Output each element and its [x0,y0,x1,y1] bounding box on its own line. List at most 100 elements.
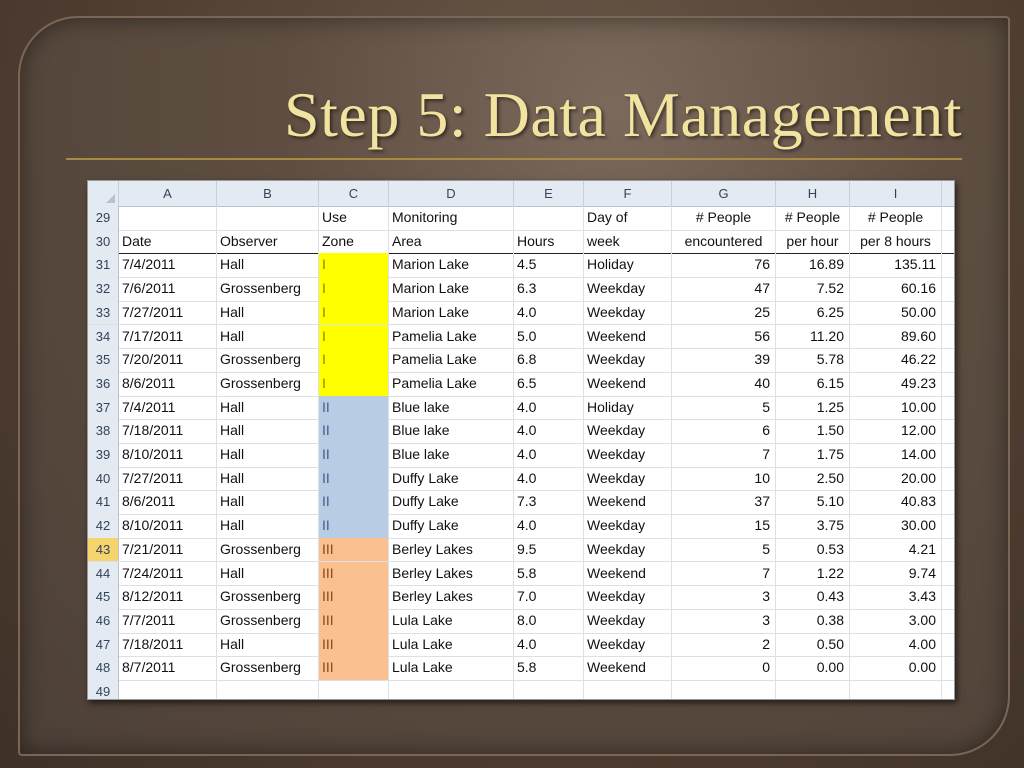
observer-cell[interactable]: Hall [217,514,319,538]
day-cell[interactable]: Weekday [584,632,672,657]
row-number[interactable]: 41 [88,490,119,515]
column-header-e[interactable]: E [514,181,584,206]
date-cell[interactable]: 7/27/2011 [119,300,217,325]
observer-cell[interactable]: Grossenberg [217,656,319,680]
column-header-h[interactable]: H [776,181,850,206]
observer-cell[interactable]: Hall [217,253,319,278]
day-cell[interactable]: Weekday [584,466,672,491]
date-cell[interactable]: 7/18/2011 [119,419,217,443]
area-cell[interactable]: Pamelia Lake [389,371,514,396]
per-hour-cell[interactable]: 1.50 [776,419,850,443]
observer-cell[interactable]: Grossenberg [217,371,319,396]
zone-cell[interactable]: I [319,371,389,396]
area-cell[interactable]: Blue lake [389,395,514,420]
empty-cell[interactable] [514,680,584,699]
header-cell[interactable]: week [584,229,672,254]
day-cell[interactable]: Holiday [584,253,672,278]
per-8-hours-cell[interactable]: 30.00 [850,514,942,538]
per-8-hours-cell[interactable]: 50.00 [850,300,942,325]
column-header-a[interactable]: A [119,181,217,206]
hours-cell[interactable]: 5.8 [514,561,584,586]
people-cell[interactable]: 56 [672,324,776,349]
row-number[interactable]: 42 [88,514,119,538]
zone-cell[interactable]: III [319,608,389,633]
area-cell[interactable]: Duffy Lake [389,514,514,538]
per-hour-cell[interactable]: 0.00 [776,656,850,680]
people-cell[interactable]: 2 [672,632,776,657]
row-number[interactable]: 43 [88,537,119,562]
area-cell[interactable]: Berley Lakes [389,537,514,562]
hours-cell[interactable]: 6.8 [514,348,584,372]
hours-cell[interactable]: 4.0 [514,514,584,538]
hours-cell[interactable]: 5.8 [514,656,584,680]
row-number[interactable]: 31 [88,253,119,278]
row-number[interactable]: 32 [88,277,119,301]
column-header-d[interactable]: D [389,181,514,206]
people-cell[interactable]: 25 [672,300,776,325]
area-cell[interactable]: Lula Lake [389,608,514,633]
header-cell[interactable]: # People [672,206,776,230]
per-8-hours-cell[interactable]: 3.00 [850,608,942,633]
day-cell[interactable]: Weekend [584,490,672,515]
date-cell[interactable]: 7/7/2011 [119,608,217,633]
row-number[interactable]: 35 [88,348,119,372]
hours-cell[interactable]: 5.0 [514,324,584,349]
day-cell[interactable]: Weekday [584,277,672,301]
people-cell[interactable]: 5 [672,395,776,420]
header-cell[interactable]: Monitoring [389,206,514,230]
date-cell[interactable]: 8/10/2011 [119,514,217,538]
row-number[interactable]: 39 [88,443,119,467]
hours-cell[interactable]: 4.0 [514,395,584,420]
empty-cell[interactable] [672,680,776,699]
date-cell[interactable]: 7/4/2011 [119,395,217,420]
area-cell[interactable]: Pamelia Lake [389,348,514,372]
day-cell[interactable]: Weekend [584,561,672,586]
observer-cell[interactable]: Hall [217,324,319,349]
day-cell[interactable]: Weekend [584,656,672,680]
row-number[interactable]: 34 [88,324,119,349]
zone-cell[interactable]: II [319,395,389,420]
people-cell[interactable]: 0 [672,656,776,680]
date-cell[interactable]: 7/24/2011 [119,561,217,586]
row-number[interactable]: 29 [88,206,119,230]
day-cell[interactable]: Weekday [584,419,672,443]
zone-cell[interactable]: III [319,656,389,680]
area-cell[interactable]: Duffy Lake [389,490,514,515]
per-hour-cell[interactable]: 1.25 [776,395,850,420]
people-cell[interactable]: 6 [672,419,776,443]
row-number[interactable]: 36 [88,371,119,396]
column-header-f[interactable]: F [584,181,672,206]
observer-cell[interactable]: Hall [217,419,319,443]
header-cell[interactable]: Observer [217,229,319,254]
header-cell[interactable]: # People [850,206,942,230]
per-hour-cell[interactable]: 0.50 [776,632,850,657]
people-cell[interactable]: 3 [672,608,776,633]
hours-cell[interactable]: 7.0 [514,585,584,609]
day-cell[interactable]: Weekend [584,371,672,396]
area-cell[interactable]: Blue lake [389,443,514,467]
row-number[interactable]: 45 [88,585,119,609]
day-cell[interactable]: Weekend [584,324,672,349]
people-cell[interactable]: 76 [672,253,776,278]
date-cell[interactable]: 7/6/2011 [119,277,217,301]
date-cell[interactable]: 8/7/2011 [119,656,217,680]
per-hour-cell[interactable]: 7.52 [776,277,850,301]
header-cell[interactable]: Hours [514,229,584,254]
area-cell[interactable]: Blue lake [389,419,514,443]
zone-cell[interactable]: I [319,277,389,301]
date-cell[interactable]: 7/18/2011 [119,632,217,657]
per-hour-cell[interactable]: 6.25 [776,300,850,325]
observer-cell[interactable]: Hall [217,300,319,325]
people-cell[interactable]: 5 [672,537,776,562]
hours-cell[interactable]: 6.5 [514,371,584,396]
hours-cell[interactable]: 4.0 [514,419,584,443]
row-number[interactable]: 33 [88,300,119,325]
area-cell[interactable]: Marion Lake [389,277,514,301]
row-number[interactable]: 40 [88,466,119,491]
per-8-hours-cell[interactable]: 0.00 [850,656,942,680]
area-cell[interactable]: Pamelia Lake [389,324,514,349]
area-cell[interactable]: Lula Lake [389,632,514,657]
date-cell[interactable]: 7/21/2011 [119,537,217,562]
column-header-b[interactable]: B [217,181,319,206]
column-header-i[interactable]: I [850,181,942,206]
